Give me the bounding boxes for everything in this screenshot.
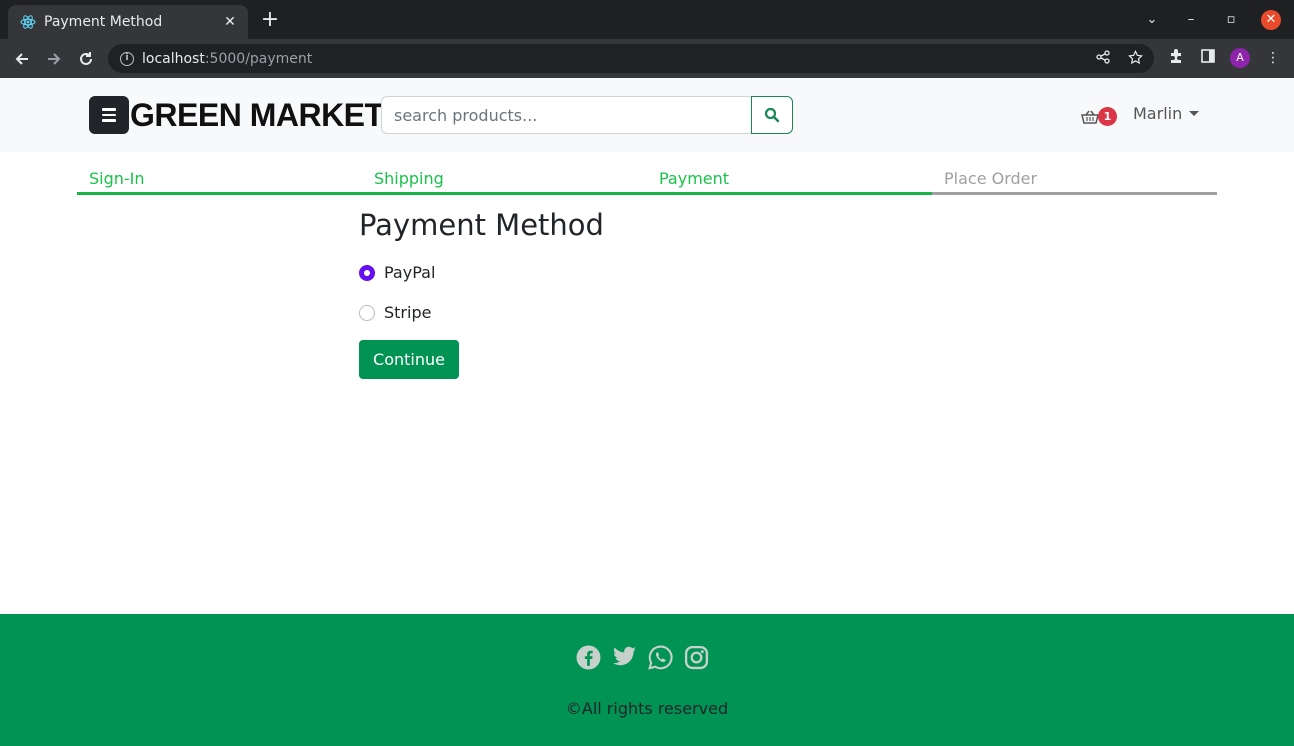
profile-avatar[interactable]: A [1230, 48, 1250, 68]
site-footer: ©All rights reserved [0, 614, 1294, 746]
minimize-icon[interactable]: – [1181, 10, 1201, 30]
payment-option-stripe[interactable]: Stripe [359, 303, 431, 322]
instagram-icon[interactable] [683, 644, 709, 670]
address-bar[interactable]: i localhost:5000/payment [108, 44, 1154, 73]
browser-menu-icon[interactable]: ⋮ [1263, 48, 1283, 68]
step-shipping: Shipping [362, 165, 647, 195]
brand-logo[interactable]: GREEN MARKET [130, 96, 384, 134]
paypal-label[interactable]: PayPal [384, 263, 435, 282]
site-header: GREEN MARKET 1 Marlin [0, 78, 1294, 152]
site-info-icon[interactable]: i [120, 51, 134, 66]
back-icon[interactable] [10, 47, 34, 71]
bookmark-star-icon[interactable] [1128, 49, 1143, 69]
basket-icon [1081, 110, 1099, 124]
extensions-icon[interactable] [1166, 48, 1186, 68]
social-links [575, 644, 709, 670]
search-icon [764, 107, 780, 123]
checkout-steps: Sign-In Shipping Payment Place Order [77, 165, 1217, 195]
url-path: :5000/payment [204, 50, 313, 67]
facebook-icon[interactable] [575, 644, 601, 670]
user-dropdown[interactable]: Marlin [1133, 104, 1200, 123]
browser-toolbar: i localhost:5000/payment ⋮ [0, 39, 1294, 78]
menu-toggle-button[interactable] [89, 96, 129, 134]
payment-option-paypal[interactable]: PayPal [359, 263, 435, 282]
react-favicon-icon [20, 14, 36, 30]
forward-icon[interactable] [42, 47, 66, 71]
browser-tab[interactable]: Payment Method ✕ [8, 5, 248, 39]
stripe-label[interactable]: Stripe [384, 303, 431, 322]
search-input[interactable] [381, 96, 752, 134]
share-icon[interactable] [1096, 50, 1110, 68]
step-payment: Payment [647, 165, 932, 195]
search-button[interactable] [751, 96, 793, 134]
tab-close-icon[interactable]: ✕ [222, 14, 238, 30]
hamburger-icon [102, 108, 116, 111]
step-place-order: Place Order [932, 165, 1217, 195]
tab-title: Payment Method [44, 14, 163, 30]
copyright-text: ©All rights reserved [565, 699, 729, 718]
step-sign-in: Sign-In [77, 165, 362, 195]
caret-down-icon [1189, 111, 1200, 116]
restore-icon[interactable]: ▫ [1221, 10, 1241, 30]
side-panel-icon[interactable] [1198, 48, 1218, 68]
browser-tab-bar: Payment Method ✕ + ⌄ – ▫ ✕ [0, 0, 1294, 39]
reload-icon[interactable] [74, 47, 98, 71]
whatsapp-icon[interactable] [647, 644, 673, 670]
url-host: localhost [142, 50, 205, 67]
cart-count-badge: 1 [1098, 107, 1117, 126]
stripe-radio[interactable] [359, 304, 375, 321]
user-name: Marlin [1133, 104, 1183, 123]
page-title: Payment Method [359, 208, 604, 242]
twitter-icon[interactable] [611, 644, 637, 670]
tab-search-icon[interactable]: ⌄ [1142, 10, 1162, 30]
new-tab-icon[interactable]: + [258, 9, 282, 33]
window-close-icon[interactable]: ✕ [1261, 10, 1281, 30]
paypal-radio[interactable] [359, 264, 375, 281]
continue-button[interactable]: Continue [359, 340, 459, 379]
